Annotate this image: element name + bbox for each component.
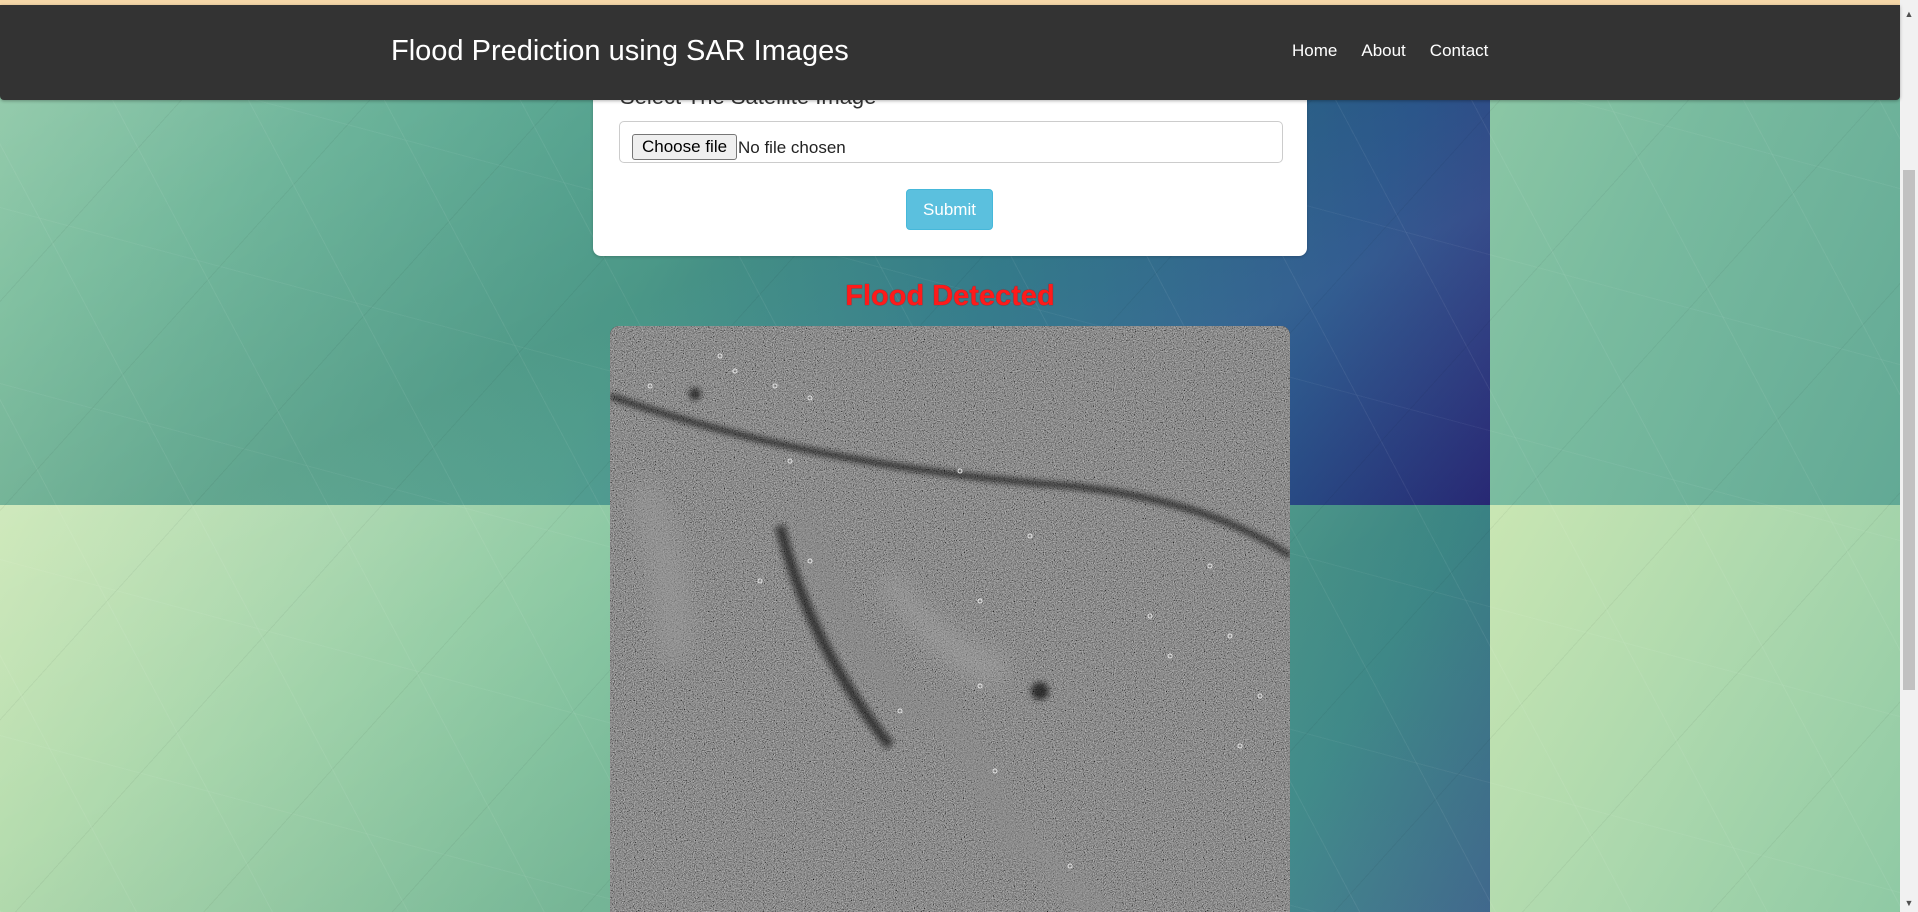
navbar: Flood Prediction using SAR Images Home A… xyxy=(0,5,1900,100)
scroll-up-icon[interactable]: ▲ xyxy=(1900,6,1918,23)
nav-links: Home About Contact xyxy=(1280,41,1500,61)
file-input[interactable]: Choose file No file chosen xyxy=(619,121,1283,163)
nav-link-about[interactable]: About xyxy=(1349,41,1417,61)
choose-file-button[interactable]: Choose file xyxy=(632,134,738,160)
file-status-text: No file chosen xyxy=(738,138,846,157)
nav-link-home[interactable]: Home xyxy=(1280,41,1349,61)
sar-satellite-image xyxy=(610,326,1290,912)
submit-button[interactable]: Submit xyxy=(906,189,993,230)
result-title: Flood Detected xyxy=(845,280,1055,312)
nav-link-contact[interactable]: Contact xyxy=(1418,41,1501,61)
navbar-brand[interactable]: Flood Prediction using SAR Images xyxy=(391,35,849,68)
scrollbar-thumb[interactable] xyxy=(1903,170,1915,690)
scroll-down-icon[interactable]: ▼ xyxy=(1900,895,1918,912)
page-scrollbar[interactable]: ▲ ▼ xyxy=(1900,0,1918,912)
